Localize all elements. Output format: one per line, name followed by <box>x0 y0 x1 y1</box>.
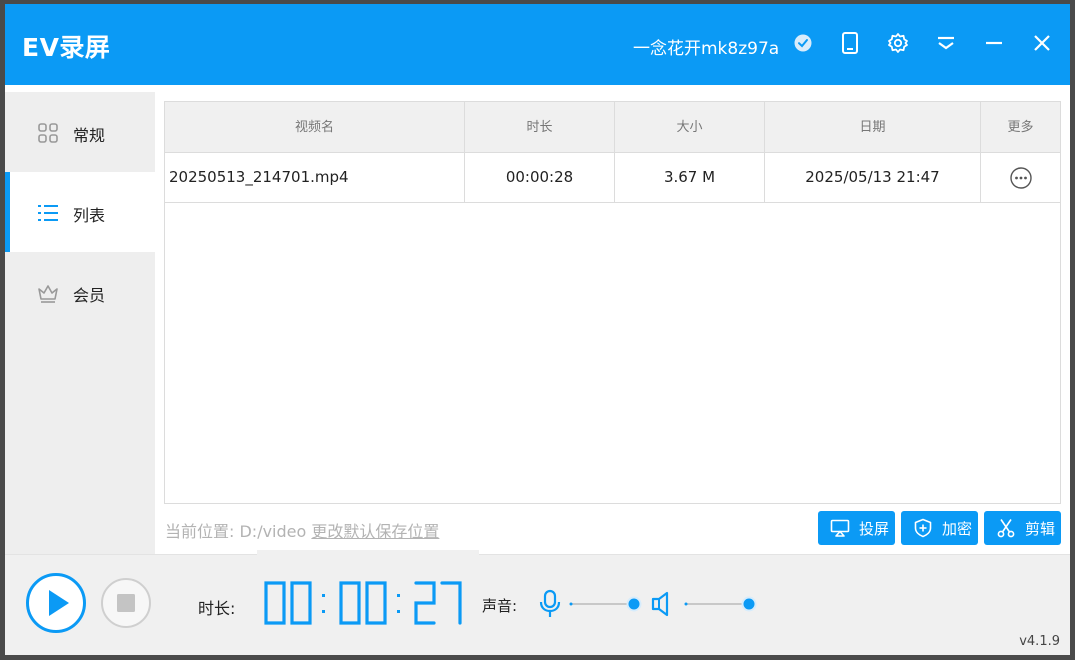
list-icon <box>38 205 58 221</box>
cell-date: 2025/05/13 21:47 <box>765 153 981 202</box>
app-window: EV录屏 一念花开mk8z97a 常规 列表 会员 视频名 时长 大小 日期 更… <box>0 0 1075 660</box>
recording-timer <box>264 581 462 625</box>
table-row[interactable]: 20250513_214701.mp4 00:00:28 3.67 M 2025… <box>165 153 1060 203</box>
sidebar-item-label: 列表 <box>73 206 106 225</box>
cast-button[interactable]: 投屏 <box>818 511 895 545</box>
cast-button-label: 投屏 <box>859 519 890 538</box>
column-header-duration[interactable]: 时长 <box>465 102 615 153</box>
sidebar-item-label: 常规 <box>73 126 106 145</box>
sidebar-item-label: 会员 <box>73 286 106 305</box>
sidebar-item-list[interactable]: 列表 <box>5 172 155 252</box>
save-path-info: 当前位置: D:/video 更改默认保存位置 <box>165 518 439 542</box>
active-indicator <box>5 172 10 252</box>
minimize-icon[interactable] <box>982 31 1006 55</box>
table-header: 视频名 时长 大小 日期 更多 <box>165 102 1060 153</box>
cell-duration: 00:00:28 <box>465 153 615 202</box>
settings-gear-icon[interactable] <box>886 31 910 55</box>
mobile-icon[interactable] <box>838 31 862 55</box>
recorder-bar-tab <box>257 550 479 558</box>
close-icon[interactable] <box>1030 31 1054 55</box>
more-ellipsis-icon <box>1009 166 1032 189</box>
edit-button[interactable]: 剪辑 <box>984 511 1061 545</box>
speaker-icon[interactable] <box>650 591 674 617</box>
cell-size: 3.67 M <box>615 153 765 202</box>
start-record-button[interactable] <box>26 573 86 633</box>
encrypt-button-label: 加密 <box>942 519 973 538</box>
microphone-volume-slider[interactable] <box>568 595 644 613</box>
stop-icon <box>117 594 135 612</box>
sidebar-item-member[interactable]: 会员 <box>5 252 155 332</box>
version-label: v4.1.9 <box>1019 634 1060 649</box>
title-bar: EV录屏 一念花开mk8z97a <box>5 4 1070 85</box>
crown-icon <box>38 285 58 303</box>
scissors-icon <box>997 519 1015 538</box>
stop-record-button[interactable] <box>101 578 151 628</box>
verified-icon <box>791 31 815 55</box>
collapse-menu-icon[interactable] <box>934 31 958 55</box>
sidebar: 常规 列表 会员 <box>5 92 155 554</box>
duration-label: 时长: <box>198 599 236 618</box>
cast-screen-icon <box>830 519 850 537</box>
column-header-date[interactable]: 日期 <box>765 102 981 153</box>
video-table: 视频名 时长 大小 日期 更多 20250513_214701.mp4 00:0… <box>164 101 1061 504</box>
grid-icon <box>38 123 58 143</box>
edit-button-label: 剪辑 <box>1025 519 1056 538</box>
encrypt-button[interactable]: 加密 <box>901 511 978 545</box>
sidebar-item-general[interactable]: 常规 <box>5 92 155 172</box>
app-title: EV录屏 <box>22 33 111 62</box>
cell-video-name[interactable]: 20250513_214701.mp4 <box>165 153 465 202</box>
username[interactable]: 一念花开mk8z97a <box>633 34 779 59</box>
more-options-button[interactable] <box>981 153 1060 202</box>
microphone-icon[interactable] <box>537 589 563 619</box>
play-icon <box>49 590 69 616</box>
speaker-volume-slider[interactable] <box>683 595 759 613</box>
shield-plus-icon <box>914 518 932 538</box>
column-header-name[interactable]: 视频名 <box>165 102 465 153</box>
audio-label: 声音: <box>482 597 518 615</box>
column-header-more: 更多 <box>1007 120 1034 135</box>
change-save-location-link[interactable]: 更改默认保存位置 <box>311 522 439 541</box>
save-path-text: 当前位置: D:/video <box>165 522 307 541</box>
column-header-size[interactable]: 大小 <box>615 102 765 153</box>
